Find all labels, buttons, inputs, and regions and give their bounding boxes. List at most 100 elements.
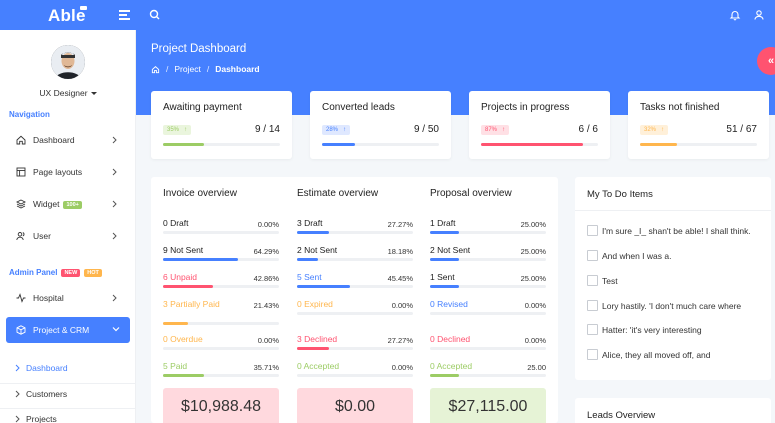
todo-checkbox[interactable]	[587, 250, 598, 261]
sidebar-item-dashboard[interactable]: Dashboard	[0, 129, 136, 151]
overview-row-label[interactable]: 1 Sent	[430, 272, 455, 282]
overview-row-percent: 35.71%	[253, 363, 279, 372]
overview-row-label[interactable]: 3 Declined	[297, 334, 337, 344]
overview-row: 9 Not Sent 64.29%	[163, 245, 279, 271]
todo-checkbox[interactable]	[587, 349, 598, 360]
sidebar-item-page-layouts[interactable]: Page layouts	[0, 161, 136, 183]
stat-percent-badge: 32% ↑	[640, 125, 669, 135]
home-icon[interactable]	[151, 65, 160, 74]
menu-toggle-icon[interactable]	[119, 10, 130, 22]
sidebar-subitem-customers[interactable]: Customers	[0, 383, 136, 401]
search-icon[interactable]	[148, 8, 162, 22]
overview-row-percent: 0.00%	[257, 220, 279, 229]
todo-checkbox[interactable]	[587, 275, 598, 286]
overview-row-label[interactable]: 9 Not Sent	[163, 245, 203, 255]
card-title: Leads Overview	[587, 410, 656, 421]
chevron-down-icon	[112, 327, 120, 332]
todo-text: Hatter: 'it's very interesting	[602, 325, 702, 335]
settings-toggle-button[interactable]: «	[757, 47, 775, 75]
overview-row-bar	[163, 231, 279, 234]
sidebar-item-label: Hospital	[33, 293, 64, 303]
sidebar-item-label: Project & CRM	[33, 325, 90, 335]
overview-row-bar	[163, 347, 279, 350]
sidebar-item-project-crm[interactable]: Project & CRM	[6, 317, 130, 343]
todo-checkbox[interactable]	[587, 324, 598, 335]
overview-row-bar	[297, 374, 413, 377]
brand[interactable]: Able	[0, 0, 136, 30]
chevron-right-icon	[112, 168, 117, 176]
overview-row-label[interactable]: 0 Expired	[297, 299, 333, 309]
widget-count-badge: 100+	[63, 201, 82, 209]
sidebar-item-user[interactable]: User	[0, 225, 136, 247]
stat-title: Projects in progress	[481, 102, 570, 113]
chevron-right-icon	[15, 415, 20, 423]
overview-row-percent: 42.86%	[253, 274, 279, 283]
overview-row-label[interactable]: 0 Accepted	[430, 361, 472, 371]
sidebar-subitem-projects[interactable]: Projects	[0, 408, 136, 423]
stat-card-converted-leads: Converted leads 28% ↑ 9 / 50	[310, 91, 451, 159]
overview-row-bar-fill	[430, 285, 459, 288]
overview-row-percent: 27.27%	[387, 220, 413, 229]
stat-card-awaiting-payment: Awaiting payment 35% ↑ 9 / 14	[151, 91, 292, 159]
sidebar-subitem-label: Projects	[26, 414, 57, 423]
overview-row-percent: 25.00%	[520, 274, 546, 283]
overview-row: 3 Declined 27.27%	[297, 334, 413, 360]
overview-row-bar-fill	[430, 231, 459, 234]
overview-row-label[interactable]: 0 Revised	[430, 299, 468, 309]
overview-row-label[interactable]: 0 Overdue	[163, 334, 203, 344]
stat-progress-bar	[481, 143, 598, 146]
overview-row-label[interactable]: 2 Not Sent	[297, 245, 337, 255]
breadcrumb-item-dashboard[interactable]: Dashboard	[215, 64, 259, 74]
sidebar-item-hospital[interactable]: Hospital	[0, 287, 136, 309]
divider	[575, 210, 771, 211]
bell-icon[interactable]	[728, 8, 742, 22]
sidebar-subitem-dashboard[interactable]: Dashboard	[0, 358, 136, 376]
overview-row-label[interactable]: 5 Sent	[297, 272, 322, 282]
overview-row-label[interactable]: 0 Accepted	[297, 361, 339, 371]
stat-title: Converted leads	[322, 102, 395, 113]
overview-row-bar-fill	[163, 374, 205, 377]
breadcrumb-item-project[interactable]: Project	[174, 64, 200, 74]
breadcrumb: / Project / Dashboard	[151, 64, 260, 74]
overview-row-label[interactable]: 3 Draft	[297, 218, 323, 228]
todo-card: My To Do Items I'm sure _I_ shan't be ab…	[575, 177, 771, 380]
overview-row-bar-fill	[163, 258, 238, 261]
overview-row: 1 Sent 25.00%	[430, 272, 546, 298]
overview-row-label[interactable]: 3 Partially Paid	[163, 299, 223, 309]
overview-row-percent: 0.00%	[524, 301, 546, 310]
overview-row-percent: 0.00%	[524, 336, 546, 345]
overview-row-label[interactable]: 6 Unpaid	[163, 272, 197, 282]
stat-progress-fill	[163, 143, 204, 146]
overview-row-bar-fill	[163, 322, 188, 325]
overview-row: 1 Draft 25.00%	[430, 218, 546, 244]
overview-row: 0 Overdue 0.00%	[163, 334, 279, 360]
avatar[interactable]	[51, 45, 85, 79]
caret-down-icon	[90, 92, 97, 96]
section-title: Proposal overview	[430, 188, 512, 199]
chevron-right-icon	[15, 390, 20, 398]
stat-percent-badge: 28% ↑	[322, 125, 351, 135]
overview-row-label[interactable]: 2 Not Sent	[430, 245, 470, 255]
overview-row-label[interactable]: 0 Declined	[430, 334, 470, 344]
user-icon[interactable]	[752, 8, 766, 22]
section-title: Invoice overview	[163, 188, 237, 199]
user-role-dropdown[interactable]: UX Designer	[0, 88, 136, 98]
page-title: Project Dashboard	[151, 43, 247, 55]
todo-checkbox[interactable]	[587, 300, 598, 311]
arrow-up-icon: ↑	[343, 127, 347, 133]
overview-row-label[interactable]: 5 Paid	[163, 361, 187, 371]
overview-row: 2 Not Sent 25.00%	[430, 245, 546, 271]
overview-row-bar	[163, 285, 279, 288]
overview-row-percent: 0.00%	[391, 363, 413, 372]
overview-row-bar	[297, 347, 413, 350]
overview-row-label[interactable]: 1 Draft	[430, 218, 456, 228]
overview-row-label[interactable]: 0 Draft	[163, 218, 189, 228]
overview-row-bar	[163, 322, 279, 325]
overview-row-bar	[430, 231, 546, 234]
todo-checkbox[interactable]	[587, 225, 598, 236]
sidebar-subitem-label: Customers	[26, 389, 68, 399]
overview-row-percent: 45.45%	[387, 274, 413, 283]
sidebar-item-widget[interactable]: Widget 100+	[0, 193, 136, 215]
estimate-overview: Estimate overview 3 Draft 27.27% 2 Not Sen…	[297, 177, 413, 423]
nav-caption-navigation: Navigation	[9, 110, 50, 119]
